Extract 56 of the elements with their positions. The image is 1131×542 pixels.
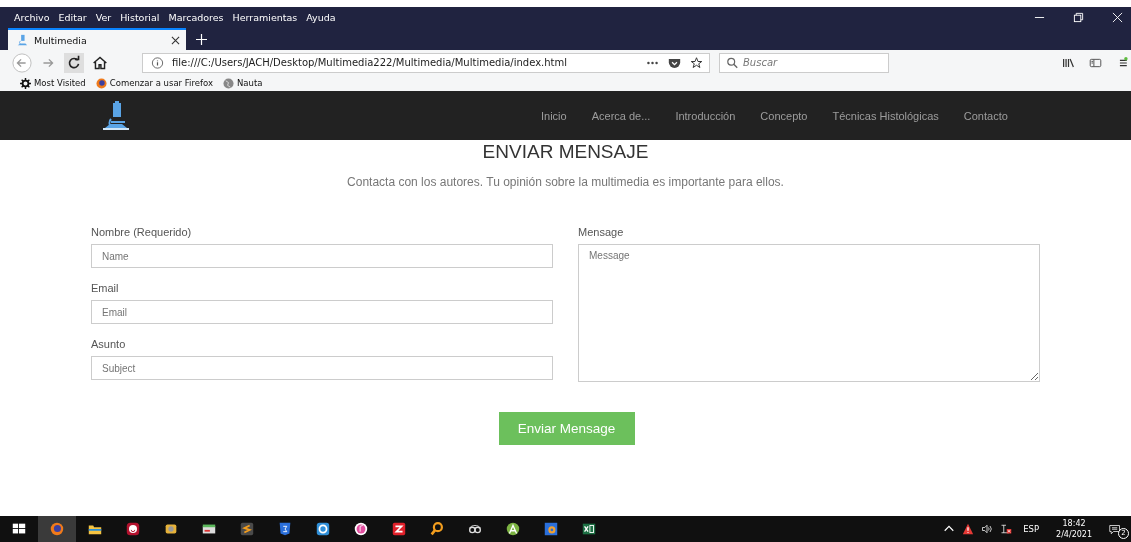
clock[interactable]: 18:42 2/4/2021 (1056, 518, 1092, 540)
input-field[interactable]: Name (91, 244, 553, 268)
close-tab-icon[interactable] (171, 35, 180, 45)
address-bar[interactable]: file:///C:/Users/JACH/Desktop/Multimedia222/Multimedia/Multimedia/index.html (142, 52, 710, 73)
warning-icon[interactable] (962, 523, 975, 535)
search-field[interactable]: Buscar (719, 52, 889, 73)
url-text: file:///C:/Users/JACH/Desktop/Multimedia222/Multimedia/Multimedia/index.html (172, 57, 568, 68)
browser-tab[interactable]: Multimedia (8, 28, 186, 50)
page-title: ENVIAR MENSAJE (482, 141, 649, 163)
sidebar-icon[interactable] (1089, 56, 1102, 69)
nav-link[interactable]: Acerca de... (591, 109, 651, 122)
nav-link[interactable]: Contacto (963, 109, 1008, 122)
network-icon[interactable] (1000, 523, 1013, 535)
menu-item[interactable]: Archivo (14, 12, 50, 23)
menu-item[interactable]: Historial (120, 12, 160, 23)
message-field[interactable]: Message (578, 244, 1040, 382)
smiley-icon[interactable] (125, 521, 141, 537)
bookmark-link[interactable]: Nauta (222, 77, 263, 89)
notification-icon[interactable] (1109, 524, 1121, 536)
field-label: Asunto (91, 338, 127, 350)
spreadsheet-icon[interactable] (581, 521, 597, 537)
search-icon (726, 56, 739, 69)
field-label: Mensage (578, 226, 625, 238)
field-label: Email (91, 282, 120, 294)
info-icon[interactable] (151, 56, 164, 69)
menu-item[interactable]: Ayuda (306, 12, 336, 23)
shield-icon[interactable] (277, 521, 293, 537)
language-indicator[interactable]: ESP (1023, 524, 1040, 534)
bookmark-link[interactable]: Comenzar a usar Firefox (95, 77, 213, 89)
menu-item[interactable]: Herramientas (232, 12, 298, 23)
star-icon[interactable] (690, 56, 703, 69)
firefox-icon[interactable] (49, 521, 65, 537)
restore-icon[interactable] (1073, 12, 1084, 23)
bookmark-link[interactable]: Most Visited (20, 77, 86, 89)
menu-item[interactable]: Editar (58, 12, 87, 23)
input-field[interactable]: Email (91, 300, 553, 324)
menu-item[interactable]: Ver (95, 12, 112, 23)
nav-link[interactable]: Introducción (675, 109, 736, 122)
magnifier-icon[interactable] (429, 521, 445, 537)
nav-link[interactable]: Concepto (760, 109, 808, 122)
close-icon[interactable] (1112, 12, 1123, 23)
library-icon[interactable] (1062, 56, 1075, 69)
nav-link[interactable]: Inicio (541, 109, 567, 122)
page-subtitle: Contacta con los autores. Tu opinión sobre la multimedia es importante para ellos. (347, 175, 784, 189)
pocket-icon[interactable] (668, 56, 681, 69)
globe-icon (222, 77, 234, 89)
firefox-icon (95, 77, 107, 89)
new-tab-icon[interactable] (196, 33, 207, 45)
search-placeholder: Buscar (743, 57, 778, 68)
input-field[interactable]: Subject (91, 356, 553, 380)
speaker-icon[interactable] (981, 523, 994, 535)
reload-icon[interactable] (64, 52, 84, 73)
field-label: Nombre (Requerido) (91, 226, 193, 238)
nav-link[interactable]: Técnicas Histológicas (832, 109, 939, 122)
microscope-icon (16, 34, 28, 46)
menu-item[interactable]: Marcadores (168, 12, 224, 23)
